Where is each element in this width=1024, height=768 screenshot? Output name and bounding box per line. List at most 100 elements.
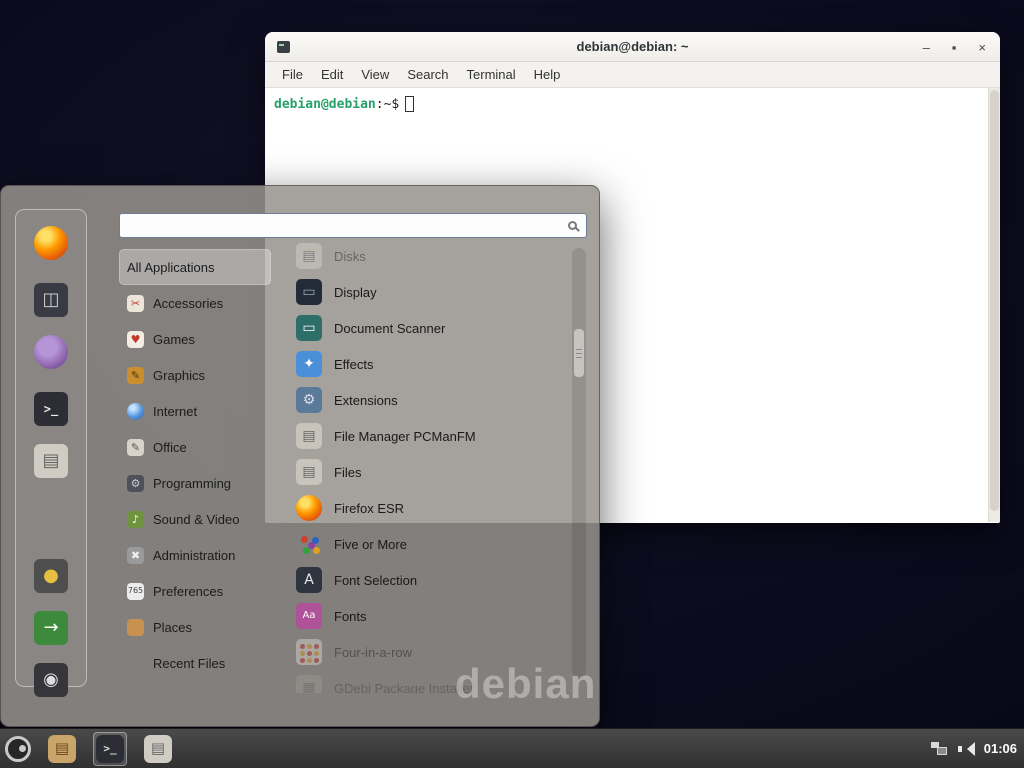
app-label: Five or More [334,537,407,552]
prompt-path: :~$ [376,97,399,112]
gdebi-package-installer-icon: ▦ [296,675,322,693]
category-internet[interactable]: Internet [119,393,271,429]
terminal-title: debian@debian: ~ [265,39,1000,54]
category-programming[interactable]: ⚙Programming [119,465,271,501]
app-file-manager-pcmanfm[interactable]: ▤File Manager PCManFM [284,418,570,454]
launcher-text-editor[interactable]: ▤ [141,732,175,766]
app-four-in-a-row[interactable]: Four-in-a-row [284,634,570,670]
app-font-selection[interactable]: AFont Selection [284,562,570,598]
files-icon: ▤ [296,459,322,485]
app-disks[interactable]: ▤ Disks [284,238,570,274]
terminal-menu-terminal[interactable]: Terminal [458,67,525,82]
desktop: debian@debian: ~ – ▪ × FileEditViewSearc… [0,0,1024,768]
category-label: All Applications [127,260,214,275]
disks-icon: ▤ [296,243,322,269]
favorites-column: ◫>_▤●→◉ [15,209,87,687]
terminal-menu-view[interactable]: View [352,67,398,82]
firefox-icon [34,226,68,260]
app-document-scanner[interactable]: ▭Document Scanner [284,310,570,346]
places-icon [127,619,144,636]
close-icon[interactable]: × [978,41,986,54]
clock[interactable]: 01:06 [984,741,1017,756]
sound-video-icon: ♪ [127,511,144,528]
terminal-menu-edit[interactable]: Edit [312,67,352,82]
lock-screen-icon: ● [34,559,68,593]
five-or-more-icon [296,531,322,557]
graphics-icon: ✎ [127,367,144,384]
window-controls: – ▪ × [923,32,986,62]
panel-launchers: ▤ >_ ▤ [0,732,175,766]
file-manager-icon: ▤ [34,444,68,478]
category-sound-video[interactable]: ♪Sound & Video [119,501,271,537]
launcher-terminal[interactable]: >_ [93,732,127,766]
shutdown-button[interactable]: ◉ [34,663,68,697]
category-label: Administration [153,548,235,563]
terminal-cursor [405,96,414,112]
category-label: Games [153,332,195,347]
app-label: Disks [334,249,366,264]
search-input[interactable] [126,218,568,233]
menu-scrollbar[interactable] [572,248,586,678]
app-display[interactable]: ▭Display [284,274,570,310]
app-extensions[interactable]: ⚙ Extensions [284,382,570,418]
terminal-menu-file[interactable]: File [273,67,312,82]
favorite-pidgin[interactable] [34,335,68,374]
office-icon: ✎ [127,439,144,456]
app-label: GDebi Package Installer [334,681,474,694]
terminal-titlebar[interactable]: debian@debian: ~ – ▪ × [265,32,1000,62]
app-label: Display [334,285,377,300]
app-fonts[interactable]: AaFonts [284,598,570,634]
menu-search-box[interactable] [119,213,587,238]
document-scanner-icon: ▭ [296,315,322,341]
category-preferences[interactable]: 765Preferences [119,573,271,609]
panel-status-area: 01:06 [931,741,1024,756]
app-label: Extensions [334,393,398,408]
fonts-icon: Aa [296,603,322,629]
app-effects[interactable]: ✦Effects [284,346,570,382]
category-places[interactable]: Places [119,609,271,645]
file-manager-pcmanfm-icon: ▤ [296,423,322,449]
four-in-a-row-icon [296,639,322,665]
category-recent-files[interactable]: Recent Files [119,645,271,681]
lock-screen-button[interactable]: ● [34,559,68,593]
favorite-file-manager[interactable]: ▤ [34,444,68,478]
volume-icon[interactable] [958,742,973,756]
app-label: Files [334,465,361,480]
terminal-scrollbar[interactable] [988,88,1000,522]
category-accessories[interactable]: ✂Accessories [119,285,271,321]
favorite-firefox[interactable] [34,226,68,265]
prompt-user-host: debian@debian [274,97,376,112]
app-gdebi-package-installer[interactable]: ▦ GDebi Package Installer [284,670,570,693]
extensions-icon: ⚙ [296,387,322,413]
maximize-icon[interactable]: ▪ [952,41,957,54]
search-icon [568,221,577,230]
network-icon[interactable] [931,742,947,755]
terminal-menu-search[interactable]: Search [398,67,457,82]
app-firefox-esr[interactable]: Firefox ESR [284,490,570,526]
category-label: Preferences [153,584,223,599]
minimize-icon[interactable]: – [923,41,930,54]
terminal-scrollbar-thumb[interactable] [990,90,999,511]
terminal-menu-help[interactable]: Help [525,67,570,82]
app-files[interactable]: ▤ Files [284,454,570,490]
category-administration[interactable]: ✖ Administration [119,537,271,573]
app-label: Effects [334,357,374,372]
launcher-file-manager[interactable]: ▤ [45,732,79,766]
menu-button[interactable] [5,736,31,762]
games-icon: ♥ [127,331,144,348]
log-out-button[interactable]: → [34,611,68,645]
photos-icon: ◫ [34,283,68,317]
category-list: All Applications ✂Accessories ♥ Games ✎Graph… [119,249,271,681]
category-graphics[interactable]: ✎Graphics [119,357,271,393]
category-office[interactable]: ✎Office [119,429,271,465]
menu-scrollbar-thumb[interactable] [574,329,584,377]
application-list: ▤Disks▭Display▭Document Scanner✦Effects⚙… [284,238,570,693]
administration-icon: ✖ [127,547,144,564]
favorite-terminal[interactable]: >_ [34,392,68,426]
shutdown-icon: ◉ [34,663,68,697]
category-games[interactable]: ♥ Games [119,321,271,357]
accessories-icon: ✂ [127,295,144,312]
app-five-or-more[interactable]: Five or More [284,526,570,562]
category-all-applications[interactable]: All Applications [119,249,271,285]
favorite-photos[interactable]: ◫ [34,283,68,317]
